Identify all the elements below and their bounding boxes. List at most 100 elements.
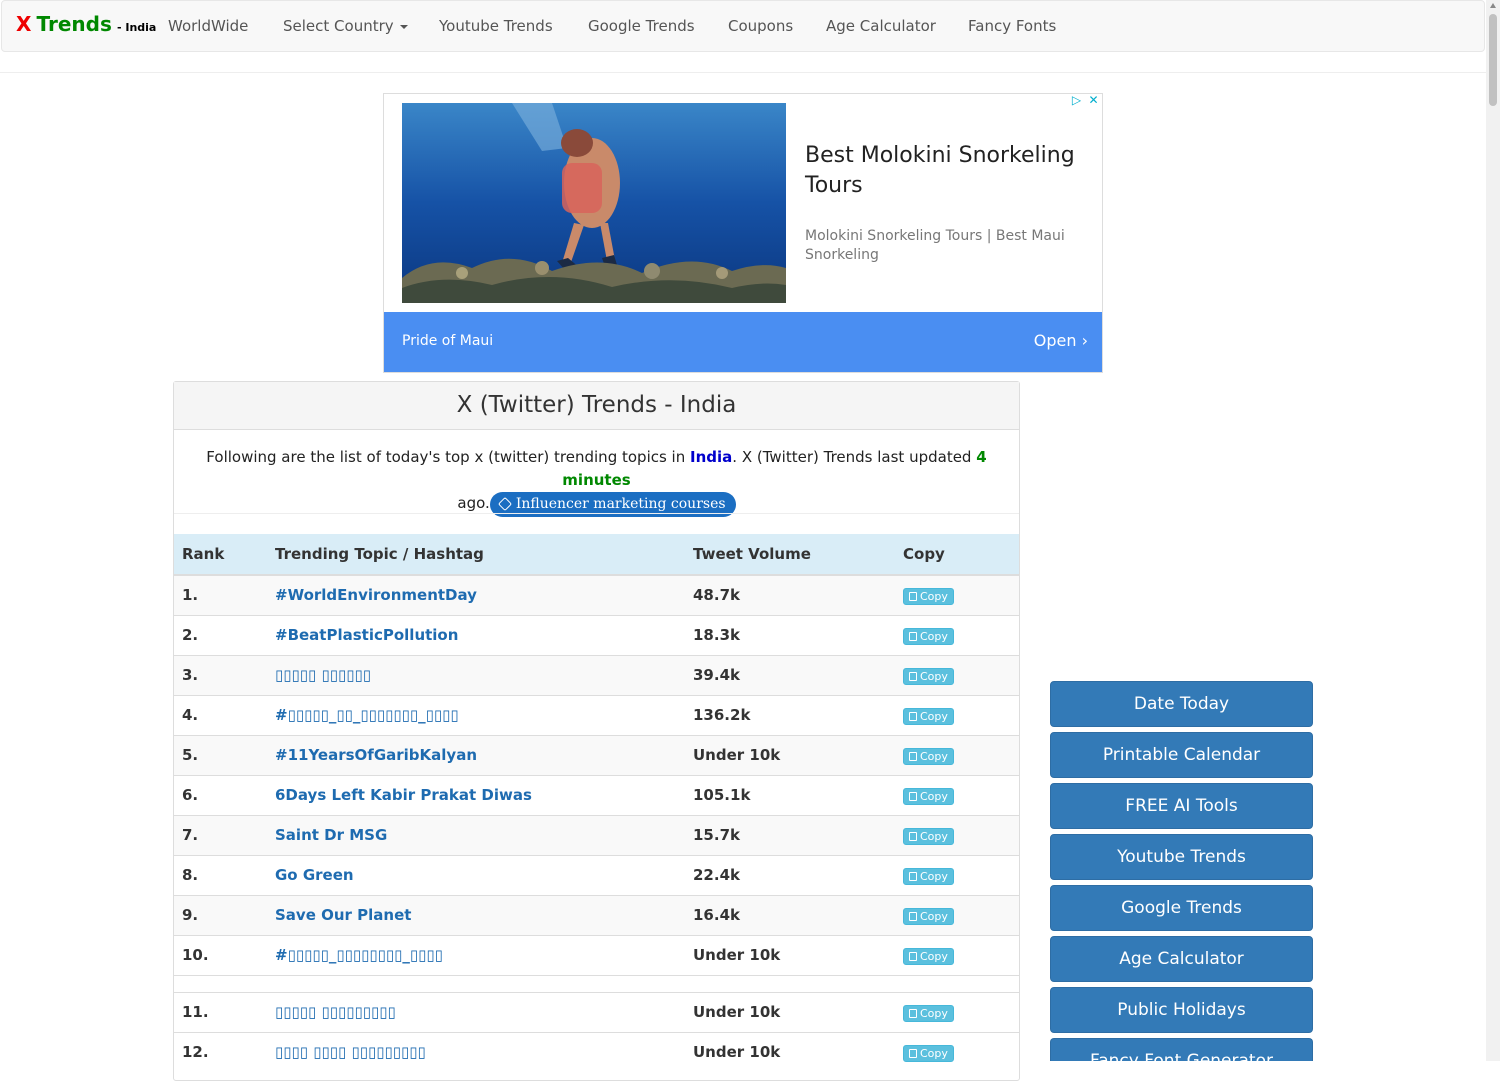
topic-link[interactable]: Save Our Planet — [275, 906, 411, 924]
table-row: 12. ▯▯▯▯ ▯▯▯▯ ▯▯▯▯▯▯▯▯▯ Under 10k Copy — [174, 1031, 1019, 1072]
copy-icon — [909, 911, 917, 921]
panel-heading: X (Twitter) Trends - India — [174, 382, 1019, 430]
ad-snorkel-image[interactable] — [402, 103, 786, 303]
copy-icon — [909, 871, 917, 881]
copy-button[interactable]: Copy — [903, 787, 954, 805]
copy-button[interactable]: Copy — [903, 747, 954, 765]
volume-cell: 105.1k — [685, 774, 895, 815]
rank-cell: 8. — [174, 854, 267, 895]
caret-down-icon — [399, 24, 408, 29]
table-row: 2. #BeatPlasticPollution 18.3k Copy — [174, 614, 1019, 655]
country-name: India — [690, 448, 733, 466]
topic-link[interactable]: Saint Dr MSG — [275, 826, 387, 844]
sidebar-fancy-font-generator[interactable]: Fancy Font Generator — [1050, 1038, 1313, 1061]
close-icon[interactable]: ✕ — [1087, 94, 1100, 107]
topic-link[interactable]: ▯▯▯▯ ▯▯▯▯ ▯▯▯▯▯▯▯▯▯ — [275, 1043, 426, 1061]
copy-button[interactable]: Copy — [903, 1004, 954, 1022]
copy-button[interactable]: Copy — [903, 627, 954, 645]
header-topic: Trending Topic / Hashtag — [267, 534, 685, 576]
sidebar-age-calculator[interactable]: Age Calculator — [1050, 936, 1313, 982]
table-row: 5. #11YearsOfGaribKalyan Under 10k Copy — [174, 734, 1019, 775]
volume-cell: 48.7k — [685, 574, 895, 615]
navbar: X Trends - India WorldWide Select Countr… — [1, 0, 1485, 52]
ad-title[interactable]: Best Molokini Snorkeling Tours — [805, 141, 1085, 201]
copy-button[interactable]: Copy — [903, 667, 954, 685]
chevron-right-icon: › — [1081, 331, 1088, 350]
copy-icon — [909, 791, 917, 801]
influencer-courses-label: Influencer marketing courses — [515, 496, 726, 512]
adchoices-icon[interactable]: ▷ — [1070, 94, 1083, 107]
ad-open-button[interactable]: Open › — [1034, 331, 1088, 350]
topic-link[interactable]: 6Days Left Kabir Prakat Diwas — [275, 786, 532, 804]
topic-link[interactable]: #▯▯▯▯▯_▯▯_▯▯▯▯▯▯▯_▯▯▯▯ — [275, 706, 459, 724]
brand-x: X — [16, 12, 32, 36]
nav-google-trends[interactable]: Google Trends — [588, 17, 695, 35]
volume-cell: Under 10k — [685, 1031, 895, 1072]
copy-label: Copy — [920, 1006, 948, 1020]
copy-icon — [909, 591, 917, 601]
volume-cell: Under 10k — [685, 934, 895, 975]
copy-icon — [909, 831, 917, 841]
volume-cell: 39.4k — [685, 654, 895, 695]
brand-trends: Trends — [36, 12, 112, 36]
rank-cell: 12. — [174, 1031, 267, 1072]
copy-icon — [909, 751, 917, 761]
topic-link[interactable]: #▯▯▯▯▯_▯▯▯▯▯▯▯▯_▯▯▯▯ — [275, 946, 443, 964]
topic-link[interactable]: Go Green — [275, 866, 354, 884]
copy-button[interactable]: Copy — [903, 587, 954, 605]
brand-logo[interactable]: X Trends - India — [16, 12, 156, 36]
copy-button[interactable]: Copy — [903, 907, 954, 925]
topic-link[interactable]: #WorldEnvironmentDay — [275, 586, 477, 604]
topic-link[interactable]: #11YearsOfGaribKalyan — [275, 746, 477, 764]
nav-fancy-fonts[interactable]: Fancy Fonts — [968, 17, 1056, 35]
advertisement[interactable]: ▷ ✕ Best Molokini Snorkeling Tours Molok… — [383, 93, 1103, 373]
copy-label: Copy — [920, 709, 948, 723]
copy-label: Copy — [920, 909, 948, 923]
rank-cell: 4. — [174, 694, 267, 735]
copy-label: Copy — [920, 1046, 948, 1060]
nav-worldwide[interactable]: WorldWide — [168, 17, 248, 35]
table-header-row: Rank Trending Topic / Hashtag Tweet Volu… — [174, 534, 1019, 576]
ad-controls: ▷ ✕ — [1070, 94, 1100, 107]
trends-panel: X (Twitter) Trends - India Following are… — [173, 381, 1020, 1081]
topic-link[interactable]: ▯▯▯▯▯ ▯▯▯▯▯▯ — [275, 666, 371, 684]
copy-button[interactable]: Copy — [903, 1044, 954, 1062]
rank-cell: 6. — [174, 774, 267, 815]
table-row: 11. ▯▯▯▯▯ ▯▯▯▯▯▯▯▯▯ Under 10k Copy — [174, 991, 1019, 1032]
copy-icon — [909, 1048, 917, 1058]
copy-label: Copy — [920, 629, 948, 643]
ad-footer-bar[interactable]: Pride of Maui Open › — [384, 312, 1102, 372]
nav-coupons[interactable]: Coupons — [728, 17, 793, 35]
topic-link[interactable]: ▯▯▯▯▯ ▯▯▯▯▯▯▯▯▯ — [275, 1003, 396, 1021]
intro-part-1: Following are the list of today's top x … — [206, 448, 686, 466]
scrollbar-thumb[interactable] — [1489, 14, 1497, 106]
trends-table: Rank Trending Topic / Hashtag Tweet Volu… — [174, 534, 1019, 1072]
intro-part-2: . X (Twitter) Trends last updated — [732, 448, 972, 466]
sidebar-date-today[interactable]: Date Today — [1050, 681, 1313, 727]
ad-description: Molokini Snorkeling Tours | Best Maui Sn… — [805, 228, 1065, 263]
copy-label: Copy — [920, 669, 948, 683]
nav-select-country[interactable]: Select Country — [283, 17, 408, 35]
copy-button[interactable]: Copy — [903, 707, 954, 725]
rank-cell: 1. — [174, 574, 267, 615]
nav-youtube-trends[interactable]: Youtube Trends — [439, 17, 553, 35]
sidebar-free-ai-tools[interactable]: FREE AI Tools — [1050, 783, 1313, 829]
sidebar-youtube-trends[interactable]: Youtube Trends — [1050, 834, 1313, 880]
nav-select-country-label: Select Country — [283, 17, 394, 35]
table-row: 6. 6Days Left Kabir Prakat Diwas 105.1k … — [174, 774, 1019, 815]
copy-button[interactable]: Copy — [903, 867, 954, 885]
sidebar-google-trends[interactable]: Google Trends — [1050, 885, 1313, 931]
copy-button[interactable]: Copy — [903, 827, 954, 845]
nav-age-calculator[interactable]: Age Calculator — [826, 17, 936, 35]
copy-button[interactable]: Copy — [903, 947, 954, 965]
rank-cell: 5. — [174, 734, 267, 775]
scroll-up-icon[interactable] — [1490, 3, 1496, 8]
sidebar-public-holidays[interactable]: Public Holidays — [1050, 987, 1313, 1033]
rank-cell: 9. — [174, 894, 267, 935]
volume-cell: 22.4k — [685, 854, 895, 895]
topic-link[interactable]: #BeatPlasticPollution — [275, 626, 458, 644]
copy-label: Copy — [920, 749, 948, 763]
copy-label: Copy — [920, 949, 948, 963]
sidebar-printable-calendar[interactable]: Printable Calendar — [1050, 732, 1313, 778]
page-scrollbar[interactable] — [1486, 0, 1500, 1061]
